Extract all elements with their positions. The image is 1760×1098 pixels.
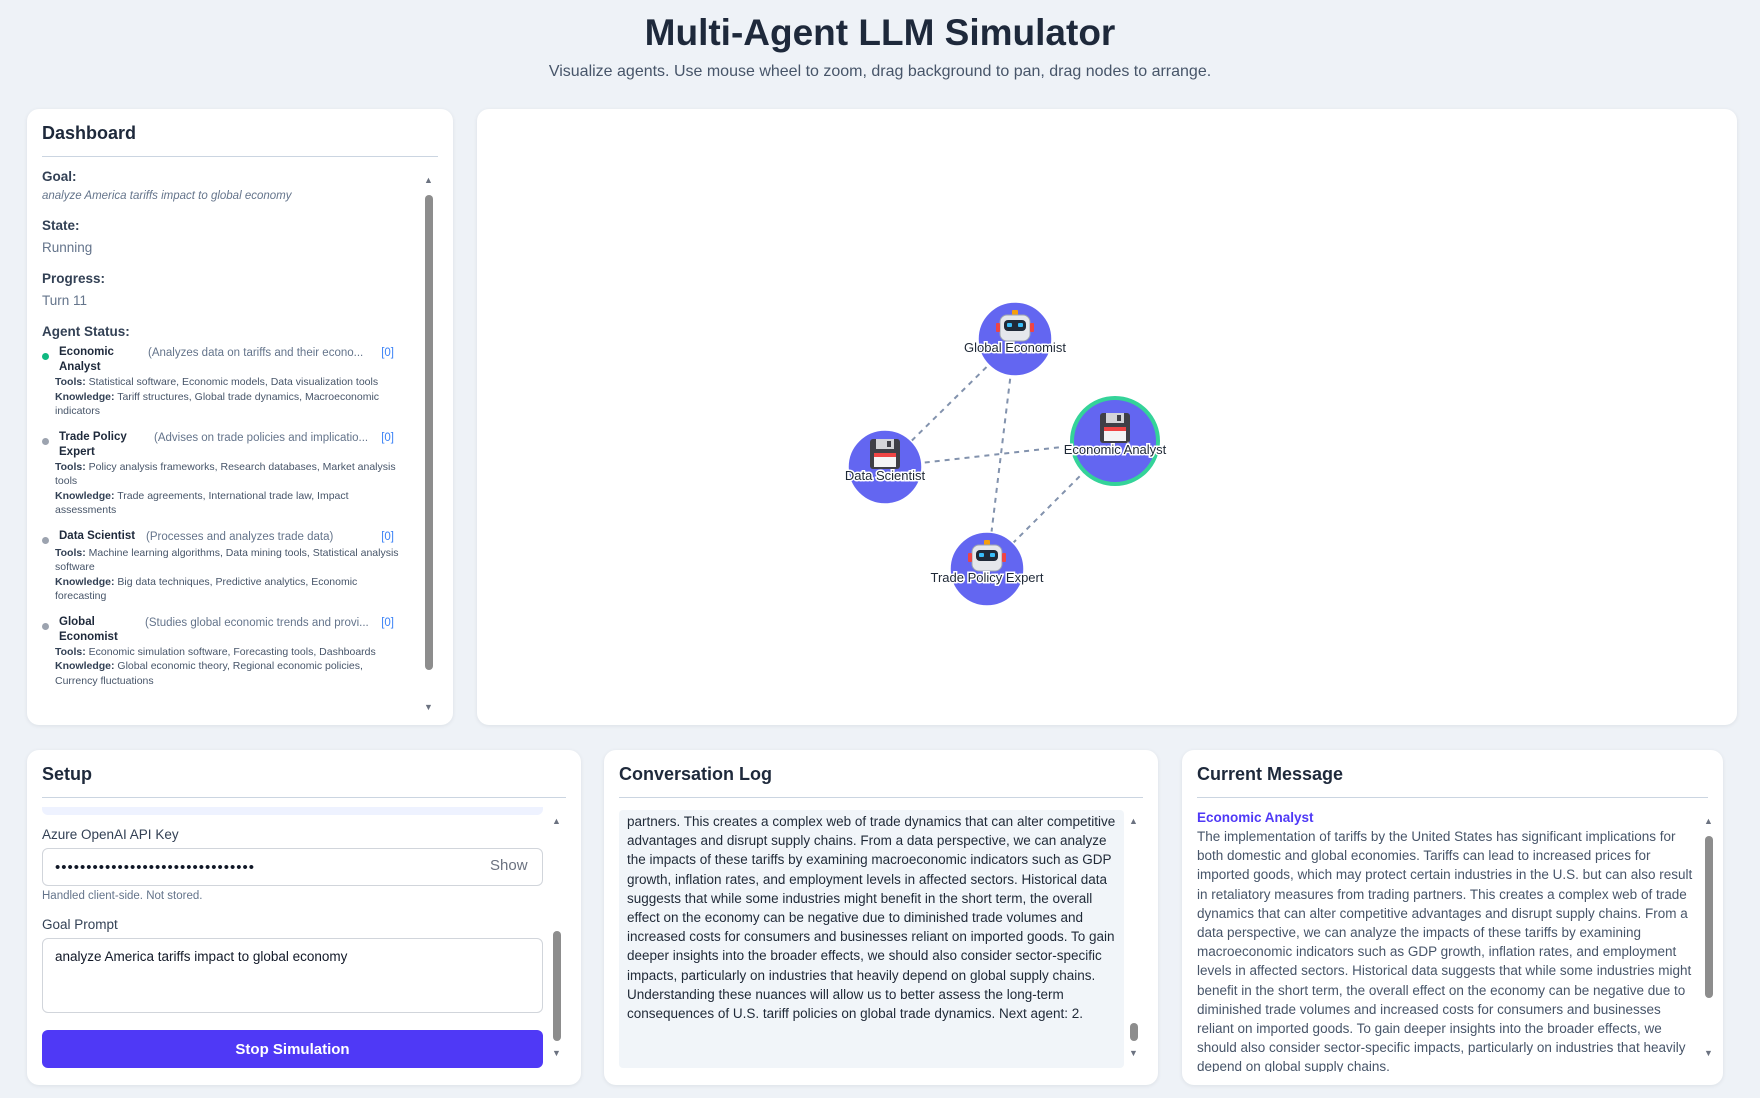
- tools-label: Tools:: [55, 460, 86, 473]
- agent-node-label: Trade Policy Expert: [931, 570, 1044, 585]
- agent-name: Data Scientist: [59, 529, 136, 542]
- collapsed-field-edge: [42, 807, 543, 815]
- conversation-log-scroll-area[interactable]: partners. This creates a complex web of …: [619, 810, 1124, 1068]
- current-message-panel: Current Message Economic Analyst The imp…: [1182, 750, 1723, 1085]
- agent-status-label: Agent Status:: [42, 324, 130, 339]
- agent-details: Tools: Policy analysis frameworks, Resea…: [55, 460, 405, 518]
- goal-label: Goal:: [42, 169, 77, 184]
- agent-name: Trade Policy Expert: [59, 430, 127, 458]
- agent-graph-svg[interactable]: Global Economist Economic Analyst Data Sci…: [477, 109, 1737, 725]
- conversation-scrollbar[interactable]: ▲ ▼: [1127, 816, 1141, 1061]
- scroll-up-icon[interactable]: ▲: [1704, 816, 1713, 826]
- agent-status-dot: [42, 437, 49, 445]
- scroll-down-icon[interactable]: ▼: [424, 702, 433, 712]
- state-label: State:: [42, 218, 80, 233]
- app-title: Multi-Agent LLM Simulator: [644, 12, 1116, 53]
- conversation-log-text: partners. This creates a complex web of …: [627, 814, 1116, 1022]
- goal-prompt-label: Goal Prompt: [42, 917, 118, 932]
- tools-label: Tools:: [55, 376, 86, 388]
- conversation-log-title: Conversation Log: [619, 764, 1143, 798]
- agent-description: (Studies global economic trends and prov…: [145, 616, 369, 629]
- agent-details: Tools: Machine learning algorithms, Data…: [55, 546, 405, 604]
- agent-node-label: Global Economist: [964, 340, 1066, 355]
- goal-prompt-textarea[interactable]: analyze America tariffs impact to global…: [42, 938, 543, 1013]
- agent-details: Tools: Statistical software, Economic mo…: [55, 375, 405, 419]
- setup-scrollbar[interactable]: ▲ ▼: [550, 816, 564, 1061]
- scrollbar-thumb[interactable]: [553, 931, 561, 1041]
- agent-message-count: [0]: [381, 530, 394, 543]
- setup-panel: Setup Azure OpenAI API Key •••••••••••••…: [27, 750, 581, 1085]
- current-message-scrollbar[interactable]: ▲ ▼: [1702, 816, 1716, 1061]
- agent-details: Tools: Economic simulation software, For…: [55, 645, 405, 689]
- api-key-hint: Handled client-side. Not stored.: [42, 890, 203, 902]
- agent-status-item: Economic Analyst (Analyzes data on tarif…: [42, 345, 417, 419]
- agent-status-item: Trade Policy Expert (Advises on trade po…: [42, 430, 417, 518]
- goal-value: analyze America tariffs impact to global…: [42, 190, 292, 202]
- agent-node-global-economist[interactable]: Global Economist: [963, 301, 1068, 377]
- agent-node-label: Data Scientist: [845, 468, 926, 483]
- dashboard-scroll-area[interactable]: Goal: analyze America tariffs impact to …: [42, 169, 417, 719]
- knowledge-label: Knowledge:: [55, 390, 115, 403]
- agent-tools: Economic simulation software, Forecastin…: [88, 645, 376, 658]
- show-api-key-button[interactable]: Show: [490, 857, 528, 874]
- knowledge-label: Knowledge:: [55, 575, 115, 588]
- tools-label: Tools:: [55, 645, 86, 658]
- app-subtitle: Visualize agents. Use mouse wheel to zoo…: [548, 63, 1212, 80]
- tools-label: Tools:: [55, 546, 86, 559]
- current-message-scroll-area[interactable]: Economic Analyst The implementation of t…: [1197, 810, 1717, 1072]
- api-key-label: Azure OpenAI API Key: [42, 827, 179, 842]
- setup-title: Setup: [42, 764, 566, 798]
- agent-status-item: Data Scientist (Processes and analyzes t…: [42, 529, 417, 604]
- agent-node-trade-policy-expert[interactable]: Trade Policy Expert: [929, 531, 1045, 607]
- agent-tools: Policy analysis frameworks, Research dat…: [55, 460, 396, 488]
- dashboard-panel: Dashboard Goal: analyze America tariffs …: [27, 109, 453, 725]
- agent-message-count: [0]: [381, 431, 394, 444]
- agent-node-data-scientist[interactable]: Data Scientist: [843, 429, 927, 505]
- dashboard-title: Dashboard: [42, 123, 438, 157]
- scroll-up-icon[interactable]: ▲: [552, 816, 561, 826]
- dashboard-scrollbar[interactable]: ▲ ▼: [422, 175, 436, 715]
- agent-status-dot: [42, 622, 49, 630]
- agent-status-dot: [42, 536, 49, 544]
- agent-description: (Analyzes data on tariffs and their econ…: [148, 347, 364, 359]
- current-message-text: The implementation of tariffs by the Uni…: [1197, 829, 1693, 1072]
- agent-message-count: [0]: [381, 347, 394, 359]
- agent-name: Global Economist: [59, 615, 118, 643]
- agent-status-item: Global Economist (Studies global economi…: [42, 615, 417, 689]
- agent-node-economic-analyst[interactable]: Economic Analyst: [1062, 396, 1168, 486]
- scroll-up-icon[interactable]: ▲: [1129, 816, 1138, 826]
- scrollbar-thumb[interactable]: [1705, 836, 1713, 998]
- agent-status-dot: [42, 353, 49, 360]
- floppy-disk-icon: [1100, 413, 1130, 443]
- scroll-down-icon[interactable]: ▼: [1704, 1048, 1713, 1058]
- conversation-log-panel: Conversation Log partners. This creates …: [604, 750, 1158, 1085]
- scroll-down-icon[interactable]: ▼: [552, 1048, 561, 1058]
- knowledge-label: Knowledge:: [55, 489, 115, 502]
- agent-message-count: [0]: [381, 616, 394, 629]
- scrollbar-thumb[interactable]: [1130, 1023, 1138, 1041]
- agent-graph-canvas[interactable]: Global Economist Economic Analyst Data Sci…: [477, 109, 1737, 725]
- current-message-title: Current Message: [1197, 764, 1708, 798]
- scroll-up-icon[interactable]: ▲: [424, 175, 433, 185]
- scrollbar-thumb[interactable]: [425, 195, 433, 670]
- api-key-input[interactable]: ••••••••••••••••••••••••••••••••: [42, 848, 543, 886]
- floppy-disk-icon: [870, 439, 900, 469]
- agent-description: (Advises on trade policies and implicati…: [154, 431, 369, 444]
- scroll-down-icon[interactable]: ▼: [1129, 1048, 1138, 1058]
- agent-node-label: Economic Analyst: [1064, 442, 1167, 457]
- agent-name: Economic Analyst: [59, 346, 114, 373]
- stop-simulation-button[interactable]: Stop Simulation: [42, 1030, 543, 1068]
- agent-description: (Processes and analyzes trade data): [146, 530, 334, 543]
- agent-tools: Machine learning algorithms, Data mining…: [55, 546, 399, 574]
- knowledge-label: Knowledge:: [55, 660, 115, 672]
- progress-label: Progress:: [42, 271, 106, 286]
- agent-tools: Statistical software, Economic models, D…: [88, 376, 379, 388]
- state-value: Running: [42, 240, 93, 255]
- progress-value: Turn 11: [42, 293, 88, 308]
- current-message-agent: Economic Analyst: [1197, 810, 1314, 825]
